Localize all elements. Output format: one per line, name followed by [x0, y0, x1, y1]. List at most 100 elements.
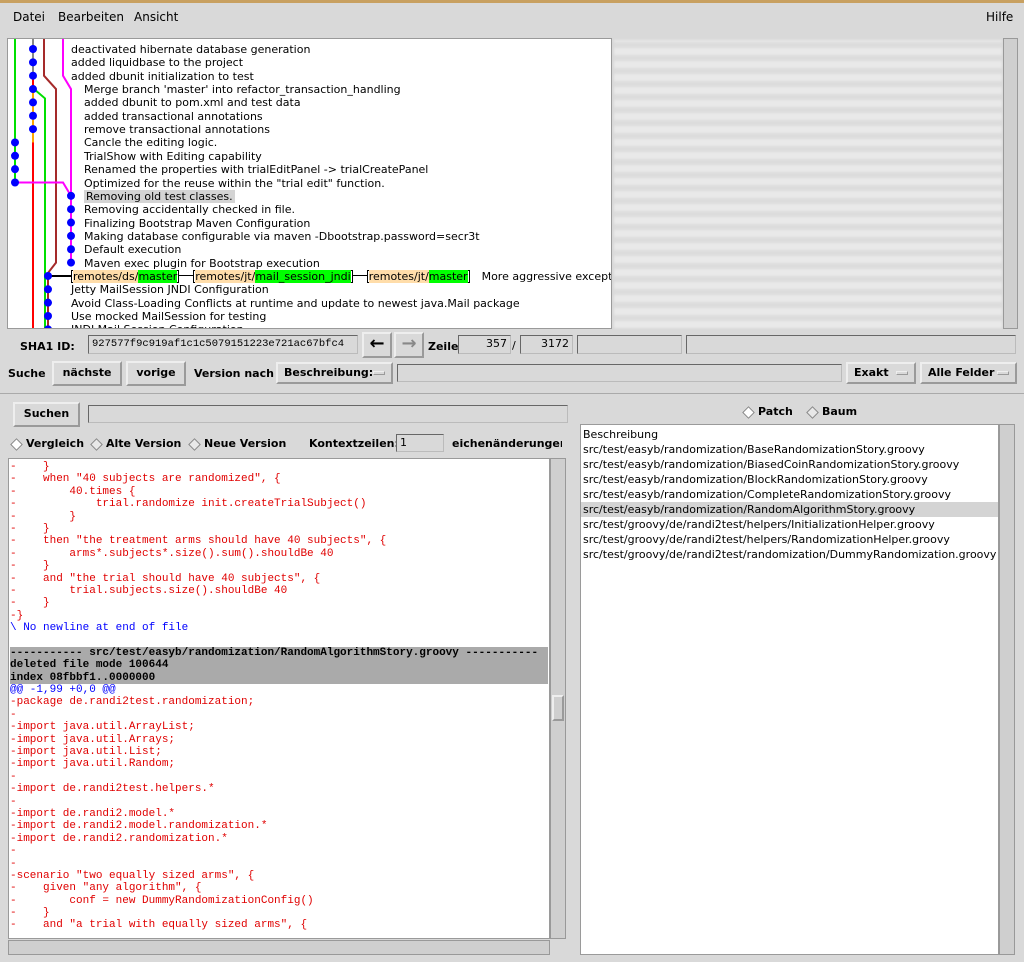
radio-alte-version[interactable]: Alte Version: [90, 437, 182, 451]
commit-dot[interactable]: [67, 231, 75, 240]
diff-view[interactable]: - } - when "40 subjects are randomized", …: [10, 461, 548, 937]
commit-dot[interactable]: [11, 138, 19, 147]
radio-label: Neue Version: [204, 437, 287, 450]
find-input[interactable]: [397, 364, 842, 382]
diff-line: - trial.randomize init.createTrialSubjec…: [10, 498, 367, 511]
commit-dot[interactable]: [29, 111, 37, 120]
commit-dot[interactable]: [67, 218, 75, 227]
sha-input[interactable]: 927577f9c919af1c1c5079151223e721ac67bfc4: [88, 335, 358, 354]
forward-button[interactable]: →: [394, 332, 424, 358]
menu-hilfe[interactable]: Hilfe: [986, 10, 1013, 24]
match-type-menu[interactable]: Exakt: [846, 362, 916, 384]
arrow-left-icon: ←: [369, 333, 385, 354]
menu-bearbeiten[interactable]: Bearbeiten: [58, 10, 124, 24]
radio-vergleich[interactable]: Vergleich: [10, 437, 84, 451]
diff-line: -: [10, 795, 17, 808]
file-list-scrollbar[interactable]: [999, 424, 1015, 955]
commit-row[interactable]: remotes/ds/master remotes/jt/mail_session…: [71, 269, 611, 283]
commit-row[interactable]: added liquidbase to the project: [71, 56, 243, 69]
diff-line: - and "the trial should have 40 subjects…: [10, 572, 321, 585]
commit-dot[interactable]: [29, 58, 37, 67]
diff-line: -import java.util.Arrays;: [10, 733, 176, 746]
file-list-item[interactable]: src/test/easyb/randomization/BaseRandomi…: [581, 442, 998, 457]
scroll-thumb[interactable]: [552, 695, 564, 721]
commit-row[interactable]: Making database configurable via maven -…: [84, 230, 480, 243]
file-list[interactable]: Beschreibung src/test/easyb/randomization…: [580, 424, 999, 955]
file-list-item[interactable]: Beschreibung: [581, 427, 998, 442]
diff-hscrollbar[interactable]: [8, 940, 550, 955]
file-list-item[interactable]: src/test/groovy/de/randi2test/helpers/In…: [581, 517, 998, 532]
file-list-item[interactable]: src/test/groovy/de/randi2test/helpers/Ra…: [581, 532, 998, 547]
window-top-border: [0, 0, 1024, 3]
branch-tag[interactable]: remotes/jt/mail_session_jndi: [193, 269, 353, 283]
branch-tag[interactable]: remotes/jt/master: [366, 269, 470, 283]
commit-dot[interactable]: [29, 125, 37, 134]
commit-row[interactable]: added dbunit to pom.xml and test data: [84, 96, 301, 109]
commit-row[interactable]: Maven exec plugin for Bootstrap executio…: [84, 257, 320, 270]
file-list-item[interactable]: src/test/easyb/randomization/CompleteRan…: [581, 487, 998, 502]
commit-row[interactable]: Merge branch 'master' into refactor_tran…: [84, 83, 401, 96]
commit-row[interactable]: Jetty MailSession JNDI Configuration: [71, 283, 269, 296]
commit-list[interactable]: deactivated hibernate database generatio…: [7, 38, 612, 329]
radio-tree[interactable]: Baum: [806, 405, 857, 419]
commit-row[interactable]: Default execution: [84, 243, 181, 256]
commit-row[interactable]: Renamed the properties with trialEditPan…: [84, 163, 428, 176]
radio-patch[interactable]: Patch: [742, 405, 793, 419]
radio-label: Alte Version: [106, 437, 182, 450]
commit-dot[interactable]: [44, 285, 52, 294]
radio-neue-version[interactable]: Neue Version: [188, 437, 287, 451]
commit-dot[interactable]: [67, 245, 75, 254]
diff-line: -import de.randi2.model.*: [10, 807, 176, 820]
branch-tag[interactable]: remotes/ds/master: [71, 269, 180, 283]
commit-dot[interactable]: [44, 298, 52, 307]
commit-row[interactable]: Optimized for the reuse within the "tria…: [84, 177, 385, 190]
commit-dot[interactable]: [67, 191, 75, 200]
commit-dot[interactable]: [11, 178, 19, 187]
commit-row[interactable]: Finalizing Bootstrap Maven Configuration: [84, 217, 310, 230]
menu-datei[interactable]: Datei: [13, 10, 45, 24]
file-list-item[interactable]: src/test/easyb/randomization/RandomAlgor…: [581, 502, 998, 517]
commit-row[interactable]: TrialShow with Editing capability: [84, 150, 262, 163]
find-type-menu[interactable]: Beschreibung:: [276, 362, 393, 384]
commit-dot[interactable]: [11, 151, 19, 160]
commit-row[interactable]: JNDI Mail Session Configuration: [71, 323, 244, 328]
commit-dot[interactable]: [29, 71, 37, 80]
file-list-item[interactable]: src/test/easyb/randomization/BiasedCoinR…: [581, 457, 998, 472]
menu-ansicht[interactable]: Ansicht: [134, 10, 178, 24]
ignore-whitespace-checkbox[interactable]: eichenänderungen ig: [452, 437, 562, 450]
commit-list-scrollbar[interactable]: [1003, 38, 1018, 329]
commit-dot[interactable]: [29, 85, 37, 94]
commit-row[interactable]: Use mocked MailSession for testing: [71, 310, 266, 323]
find-prev-button[interactable]: vorige: [126, 361, 186, 386]
pane-sash[interactable]: [0, 393, 1024, 394]
scope-menu[interactable]: Alle Felder: [920, 362, 1017, 384]
commit-dot[interactable]: [11, 165, 19, 174]
commit-row[interactable]: added transactional annotations: [84, 110, 263, 123]
commit-dot[interactable]: [67, 258, 75, 267]
diff-line: -import de.randi2test.helpers.*: [10, 783, 215, 796]
menu-indicator-icon: [896, 371, 908, 375]
commit-row[interactable]: Removing old test classes.: [84, 189, 235, 203]
context-spinbox[interactable]: 1: [396, 434, 444, 452]
file-list-item[interactable]: src/test/easyb/randomization/BlockRandom…: [581, 472, 998, 487]
search-button[interactable]: Suchen: [13, 402, 80, 427]
find-next-button[interactable]: nächste: [52, 361, 122, 386]
diff-line: -import de.randi2.model.randomization.*: [10, 820, 268, 833]
commit-row[interactable]: added dbunit initialization to test: [71, 70, 254, 83]
file-list-item[interactable]: src/test/groovy/de/randi2test/randomizat…: [581, 547, 998, 562]
back-button[interactable]: ←: [362, 332, 392, 358]
commit-row[interactable]: Removing accidentally checked in file.: [84, 203, 295, 216]
commit-dot[interactable]: [29, 98, 37, 107]
search-input[interactable]: [88, 405, 568, 423]
commit-dot[interactable]: [44, 312, 52, 320]
commit-row[interactable]: Avoid Class-Loading Conflicts at runtime…: [71, 297, 520, 310]
commit-dot[interactable]: [67, 205, 75, 214]
commit-row[interactable]: remove transactional annotations: [84, 123, 270, 136]
diff-vscrollbar[interactable]: [550, 458, 566, 939]
diff-line: -import java.util.Random;: [10, 758, 176, 771]
commit-dot[interactable]: [29, 45, 37, 53]
line-current[interactable]: 357: [458, 335, 511, 354]
commit-row[interactable]: deactivated hibernate database generatio…: [71, 43, 310, 56]
commit-dot[interactable]: [44, 271, 52, 280]
commit-row[interactable]: Cancle the editing logic.: [84, 136, 217, 149]
